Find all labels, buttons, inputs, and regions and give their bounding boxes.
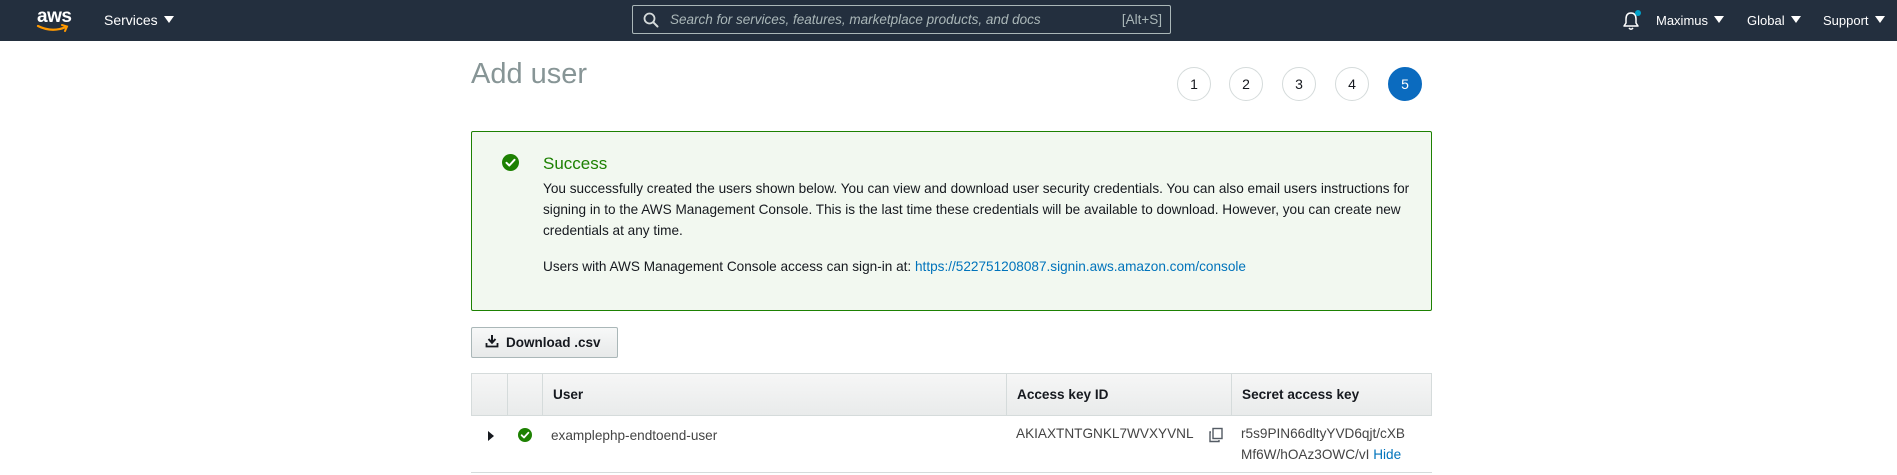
success-alert: Success You successfully created the use… [471,131,1432,311]
alert-title: Success [543,154,608,173]
services-label: Services [104,12,158,28]
column-header-user[interactable]: User [543,374,1007,415]
notification-dot [1635,10,1641,16]
step-5-current[interactable]: 5 [1388,67,1422,101]
column-header-secret-access-key[interactable]: Secret access key [1232,374,1431,415]
copy-icon[interactable] [1208,427,1224,443]
table-row: examplephp-endtoend-user AKIAXTNTGNKL7WV… [471,416,1432,473]
step-4[interactable]: 4 [1335,67,1369,101]
download-csv-button[interactable]: Download .csv [471,327,618,358]
support-menu[interactable]: Support [1823,0,1885,41]
expand-row-icon[interactable] [488,431,494,441]
top-nav: aws Services Search for services, featur… [0,0,1897,41]
expand-column-header [472,374,508,415]
alert-message: You successfully created the users shown… [543,181,1410,238]
search-input[interactable]: Search for services, features, marketpla… [632,5,1171,34]
step-2[interactable]: 2 [1229,67,1263,101]
download-csv-label: Download .csv [506,335,601,350]
search-icon [643,12,659,28]
aws-smile-icon [36,24,69,32]
chevron-down-icon [1874,16,1885,23]
signin-info: Users with AWS Management Console access… [543,256,1246,277]
signin-url-link[interactable]: https://522751208087.signin.aws.amazon.c… [915,259,1246,274]
aws-logo[interactable]: aws [36,6,72,34]
page-title: Add user [471,58,588,90]
account-label: Maximus [1656,13,1709,28]
region-menu[interactable]: Global [1747,0,1801,41]
success-check-icon [518,428,532,442]
step-3[interactable]: 3 [1282,67,1316,101]
support-label: Support [1823,13,1869,28]
search-shortcut: [Alt+S] [1121,12,1162,27]
row-user-name: examplephp-endtoend-user [551,428,718,443]
success-check-icon [502,154,519,171]
services-menu[interactable]: Services [104,0,174,41]
chevron-down-icon [1790,16,1801,23]
search-placeholder: Search for services, features, marketpla… [670,12,1041,27]
account-menu[interactable]: Maximus [1656,0,1725,41]
signin-prefix: Users with AWS Management Console access… [543,259,912,274]
table-header: User Access key ID Secret access key [471,373,1432,416]
chevron-down-icon [1714,16,1725,23]
download-icon [485,335,499,348]
secret-key-line-1: r5s9PIN66dltyYVD6qjt/cXB [1241,426,1405,441]
region-label: Global [1747,13,1785,28]
column-header-access-key-id[interactable]: Access key ID [1007,374,1232,415]
row-access-key-id: AKIAXTNTGNKL7WVXYVNL [1016,426,1194,441]
status-column-header [508,374,543,415]
hide-secret-link[interactable]: Hide [1373,447,1401,462]
step-1[interactable]: 1 [1177,67,1211,101]
secret-key-line-2-text: Mf6W/hOAz3OWC/vI [1241,447,1370,462]
row-secret-access-key: r5s9PIN66dltyYVD6qjt/cXB Mf6W/hOAz3OWC/v… [1241,423,1405,465]
chevron-down-icon [163,16,174,23]
secret-key-line-2: Mf6W/hOAz3OWC/vI Hide [1241,444,1405,465]
notifications-button[interactable] [1622,10,1642,31]
